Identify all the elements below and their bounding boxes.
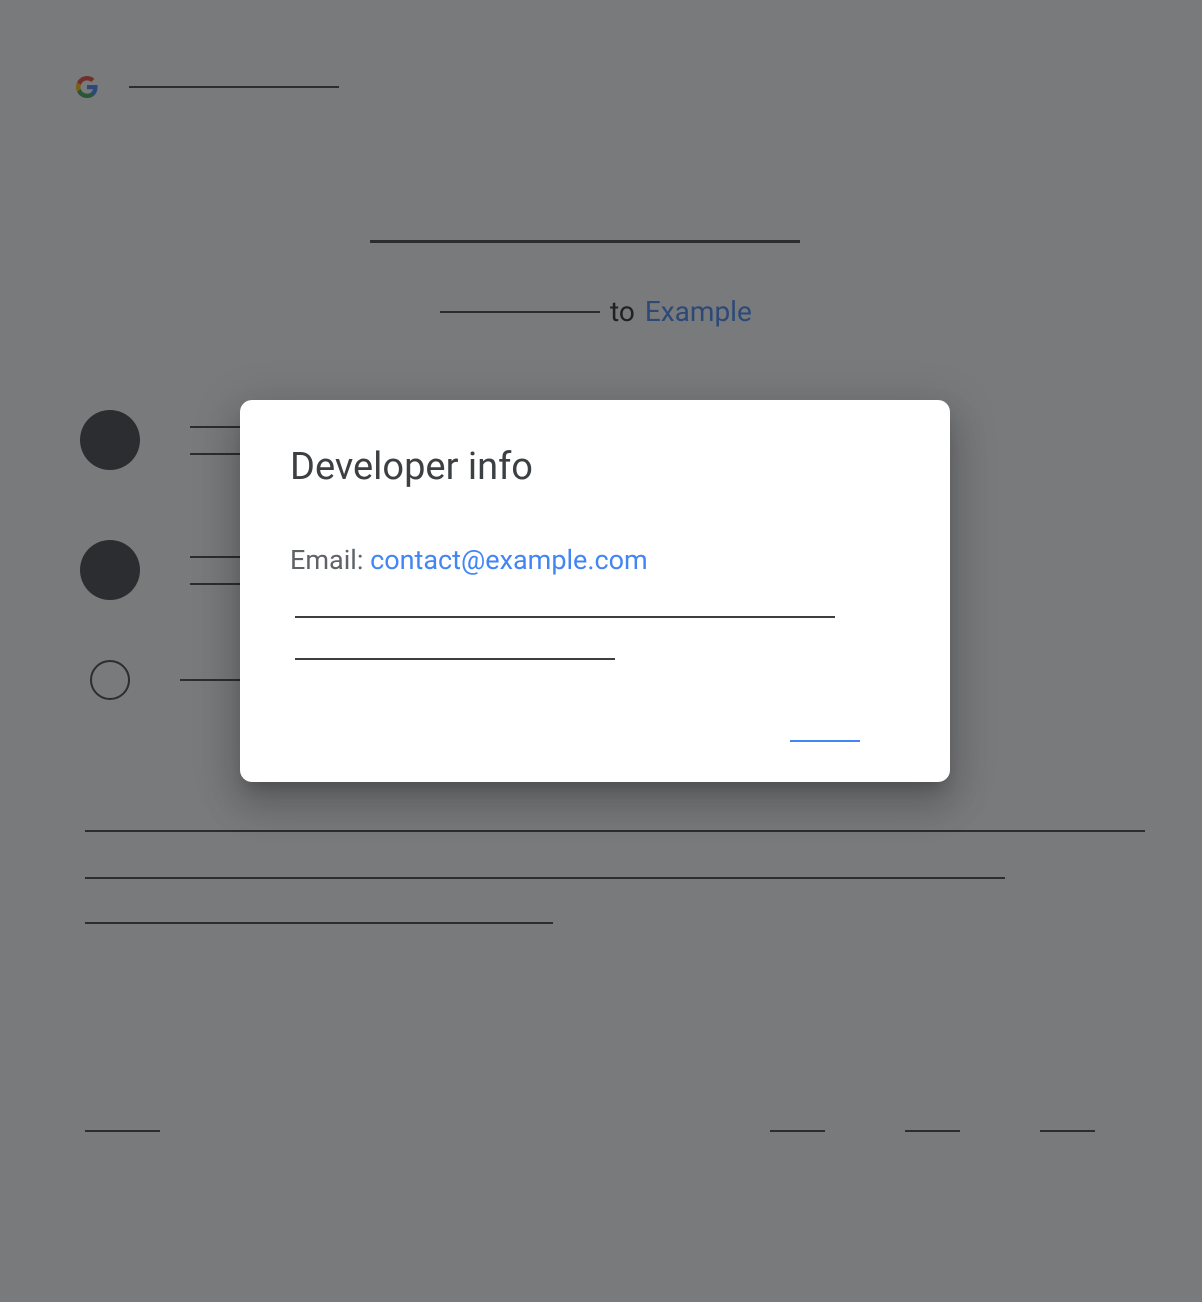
email-label: Email: — [290, 544, 370, 576]
developer-email-row: Email: contact@example.com — [290, 544, 900, 576]
dialog-confirm-button[interactable] — [790, 740, 860, 742]
dialog-actions — [290, 740, 900, 742]
dialog-text-placeholder-2 — [295, 658, 615, 660]
developer-info-dialog: Developer info Email: contact@example.co… — [240, 400, 950, 782]
dialog-text-placeholder-1 — [295, 616, 835, 618]
developer-email-link[interactable]: contact@example.com — [370, 544, 648, 576]
dialog-title: Developer info — [290, 445, 900, 489]
